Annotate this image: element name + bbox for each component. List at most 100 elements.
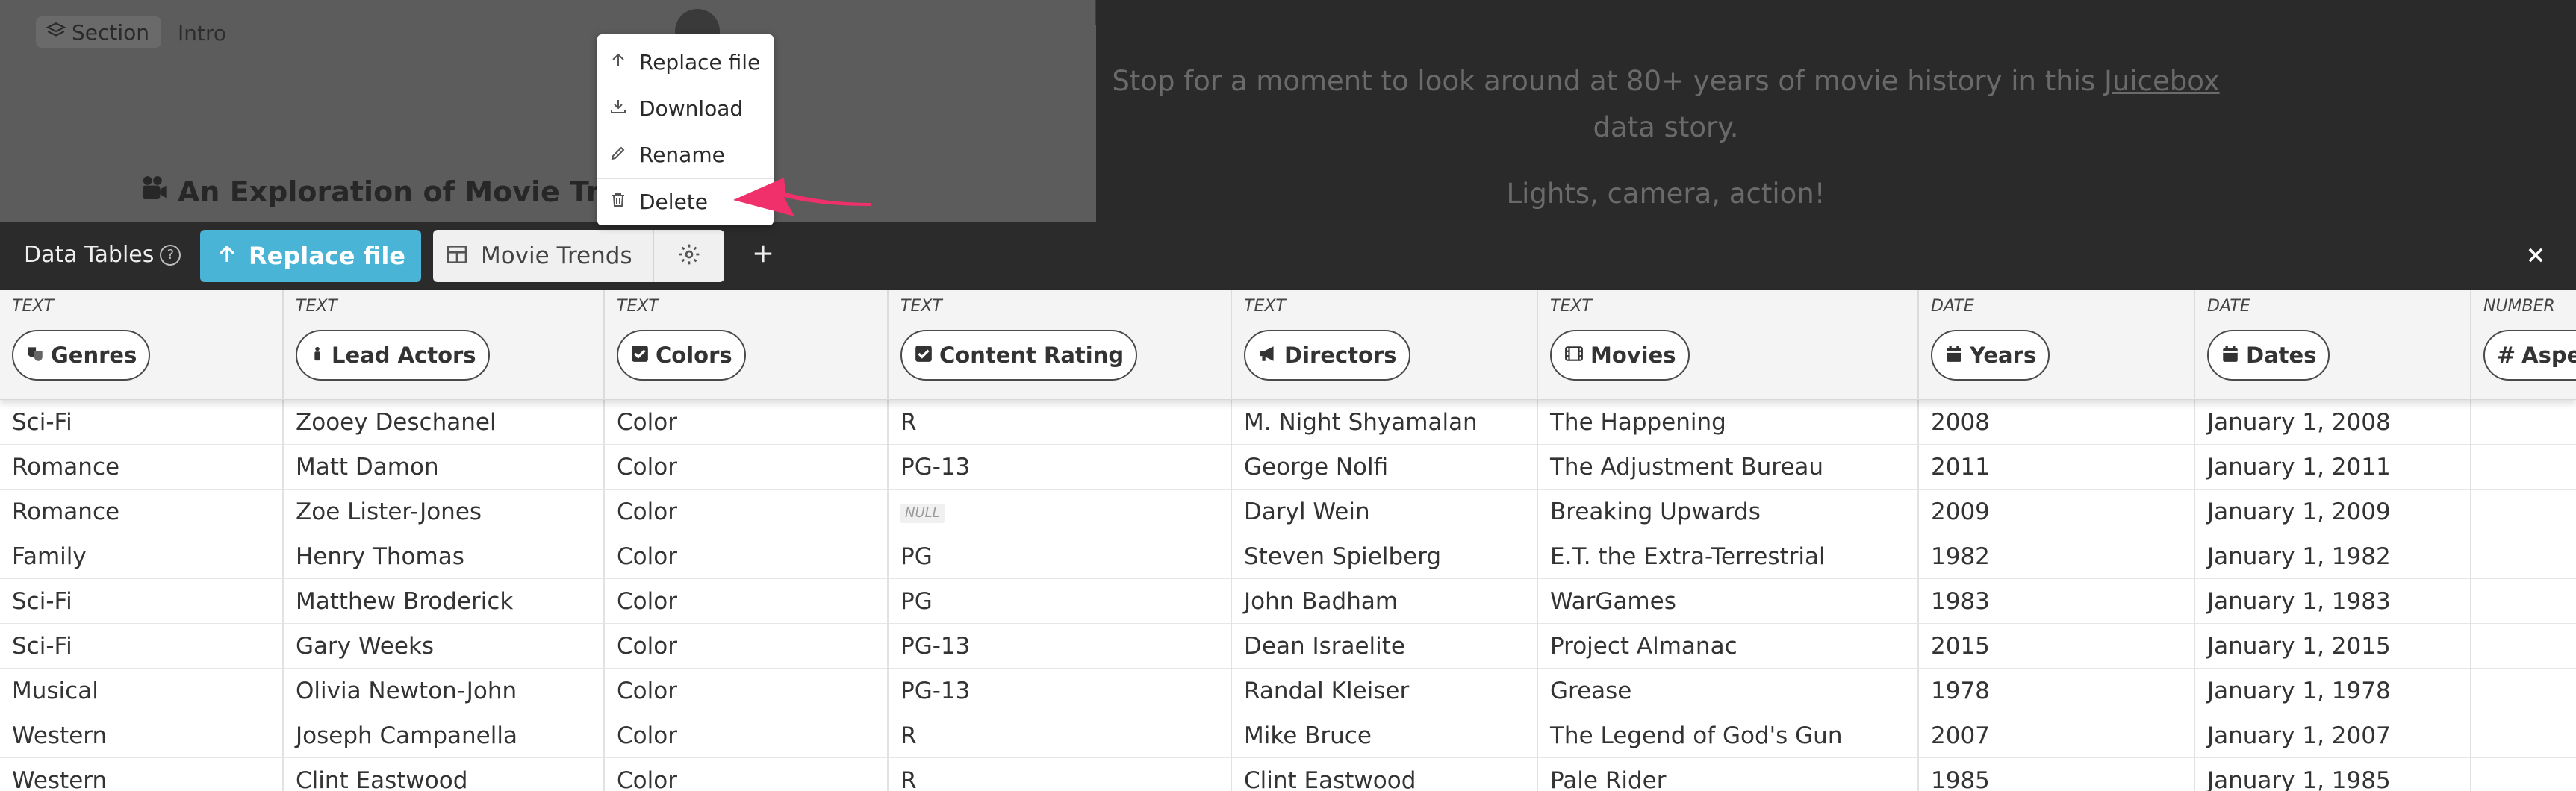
table-cell[interactable]: 2009 xyxy=(1919,490,2195,534)
table-cell[interactable]: George Nolfi xyxy=(1232,445,1538,490)
table-cell[interactable]: Musical xyxy=(0,669,284,713)
table-cell[interactable]: Romance xyxy=(0,445,284,490)
table-cell[interactable]: January 1, 2009 xyxy=(2195,490,2471,534)
table-cell[interactable]: Steven Spielberg xyxy=(1232,534,1538,579)
menu-item-replace-file[interactable]: Replace file xyxy=(597,39,774,85)
table-cell[interactable]: Romance xyxy=(0,490,284,534)
column-pill-dates[interactable]: Dates xyxy=(2207,330,2330,381)
table-cell[interactable]: Henry Thomas xyxy=(284,534,605,579)
table-cell[interactable]: Sci-Fi xyxy=(0,400,284,445)
table-cell[interactable]: January 1, 2008 xyxy=(2195,400,2471,445)
table-cell[interactable]: Color xyxy=(605,669,889,713)
table-cell[interactable] xyxy=(2471,400,2576,445)
table-cell[interactable]: January 1, 2015 xyxy=(2195,624,2471,669)
table-cell[interactable]: Project Almanac xyxy=(1538,624,1919,669)
table-cell[interactable]: R xyxy=(889,713,1232,758)
table-cell[interactable]: Clint Eastwood xyxy=(284,758,605,791)
table-cell[interactable]: January 1, 2007 xyxy=(2195,713,2471,758)
column-pill-colors[interactable]: Colors xyxy=(617,330,746,381)
table-cell[interactable]: PG xyxy=(889,579,1232,624)
table-cell[interactable]: Color xyxy=(605,579,889,624)
column-pill-content-rating[interactable]: Content Rating xyxy=(900,330,1138,381)
table-cell[interactable]: 2015 xyxy=(1919,624,2195,669)
table-cell[interactable]: WarGames xyxy=(1538,579,1919,624)
section-chip[interactable]: Section xyxy=(36,16,162,48)
table-cell[interactable]: Randal Kleiser xyxy=(1232,669,1538,713)
table-cell[interactable]: Sci-Fi xyxy=(0,624,284,669)
table-cell[interactable]: The Legend of God's Gun xyxy=(1538,713,1919,758)
table-cell[interactable] xyxy=(2471,534,2576,579)
table-cell[interactable]: PG-13 xyxy=(889,624,1232,669)
table-cell[interactable]: 1982 xyxy=(1919,534,2195,579)
table-cell[interactable] xyxy=(2471,490,2576,534)
table-cell[interactable]: Color xyxy=(605,758,889,791)
table-cell[interactable]: 2011 xyxy=(1919,445,2195,490)
table-cell[interactable]: R xyxy=(889,400,1232,445)
add-table-button[interactable] xyxy=(747,239,780,272)
table-cell[interactable]: Color xyxy=(605,624,889,669)
table-cell[interactable]: E.T. the Extra-Terrestrial xyxy=(1538,534,1919,579)
table-cell[interactable]: Pale Rider xyxy=(1538,758,1919,791)
table-row[interactable]: Sci-Fi Gary Weeks Color PG-13 Dean Israelite… xyxy=(0,624,2576,669)
table-cell[interactable]: Gary Weeks xyxy=(284,624,605,669)
menu-item-download[interactable]: Download xyxy=(597,85,774,131)
table-row[interactable]: Sci-Fi Matthew Broderick Color PG John Badha… xyxy=(0,579,2576,624)
table-cell[interactable]: Family xyxy=(0,534,284,579)
column-pill-years[interactable]: Years xyxy=(1931,330,2050,381)
column-pill-aspect[interactable]: # Aspect xyxy=(2483,330,2576,381)
table-cell[interactable] xyxy=(2471,669,2576,713)
replace-file-button[interactable]: Replace file xyxy=(200,230,421,282)
table-cell[interactable]: Matthew Broderick xyxy=(284,579,605,624)
section-name[interactable]: Intro xyxy=(178,21,226,46)
table-cell[interactable]: Sci-Fi xyxy=(0,579,284,624)
table-row[interactable]: Romance Zoe Lister-Jones Color NULL Daryl We… xyxy=(0,490,2576,534)
table-cell[interactable]: Color xyxy=(605,490,889,534)
table-cell[interactable]: Breaking Upwards xyxy=(1538,490,1919,534)
table-cell[interactable]: Mike Bruce xyxy=(1232,713,1538,758)
table-cell[interactable] xyxy=(2471,445,2576,490)
table-row[interactable]: Western Clint Eastwood Color R Clint Eastwoo… xyxy=(0,758,2576,791)
table-cell[interactable] xyxy=(2471,579,2576,624)
table-cell[interactable]: 2008 xyxy=(1919,400,2195,445)
table-cell[interactable]: R xyxy=(889,758,1232,791)
table-cell[interactable]: Western xyxy=(0,758,284,791)
table-settings-button[interactable] xyxy=(653,230,724,282)
table-cell[interactable]: Color xyxy=(605,445,889,490)
table-cell[interactable]: 2007 xyxy=(1919,713,2195,758)
table-cell[interactable]: Western xyxy=(0,713,284,758)
table-cell[interactable]: PG xyxy=(889,534,1232,579)
table-cell[interactable]: January 1, 1985 xyxy=(2195,758,2471,791)
table-cell[interactable]: Daryl Wein xyxy=(1232,490,1538,534)
table-cell[interactable]: 1978 xyxy=(1919,669,2195,713)
table-row[interactable]: Family Henry Thomas Color PG Steven Spielber… xyxy=(0,534,2576,579)
column-pill-directors[interactable]: Directors xyxy=(1244,330,1410,381)
table-cell[interactable]: Zooey Deschanel xyxy=(284,400,605,445)
table-row[interactable]: Western Joseph Campanella Color R Mike Bruce… xyxy=(0,713,2576,758)
table-cell[interactable]: January 1, 1982 xyxy=(2195,534,2471,579)
table-cell[interactable]: NULL xyxy=(889,490,1232,534)
table-cell[interactable] xyxy=(2471,713,2576,758)
juicebox-link[interactable]: Juicebox xyxy=(2104,65,2220,97)
table-row[interactable]: Romance Matt Damon Color PG-13 George Nolfi T… xyxy=(0,445,2576,490)
column-pill-genres[interactable]: Genres xyxy=(12,330,151,381)
column-pill-movies[interactable]: Movies xyxy=(1550,330,1690,381)
table-cell[interactable]: January 1, 1978 xyxy=(2195,669,2471,713)
table-cell[interactable]: January 1, 1983 xyxy=(2195,579,2471,624)
table-cell[interactable]: The Adjustment Bureau xyxy=(1538,445,1919,490)
table-cell[interactable]: Color xyxy=(605,534,889,579)
table-cell[interactable]: Olivia Newton-John xyxy=(284,669,605,713)
table-cell[interactable] xyxy=(2471,624,2576,669)
table-cell[interactable]: 1985 xyxy=(1919,758,2195,791)
table-cell[interactable]: Color xyxy=(605,400,889,445)
help-icon[interactable]: ? xyxy=(160,244,181,266)
table-cell[interactable]: 1983 xyxy=(1919,579,2195,624)
table-cell[interactable]: Matt Damon xyxy=(284,445,605,490)
table-cell[interactable]: John Badham xyxy=(1232,579,1538,624)
table-tab-select[interactable]: Movie Trends xyxy=(433,230,653,282)
table-row[interactable]: Sci-Fi Zooey Deschanel Color R M. Night Shya… xyxy=(0,400,2576,445)
table-cell[interactable]: PG-13 xyxy=(889,445,1232,490)
table-row[interactable]: Musical Olivia Newton-John Color PG-13 Randa… xyxy=(0,669,2576,713)
table-cell[interactable] xyxy=(2471,758,2576,791)
table-cell[interactable]: Clint Eastwood xyxy=(1232,758,1538,791)
column-pill-lead-actors[interactable]: Lead Actors xyxy=(296,330,490,381)
